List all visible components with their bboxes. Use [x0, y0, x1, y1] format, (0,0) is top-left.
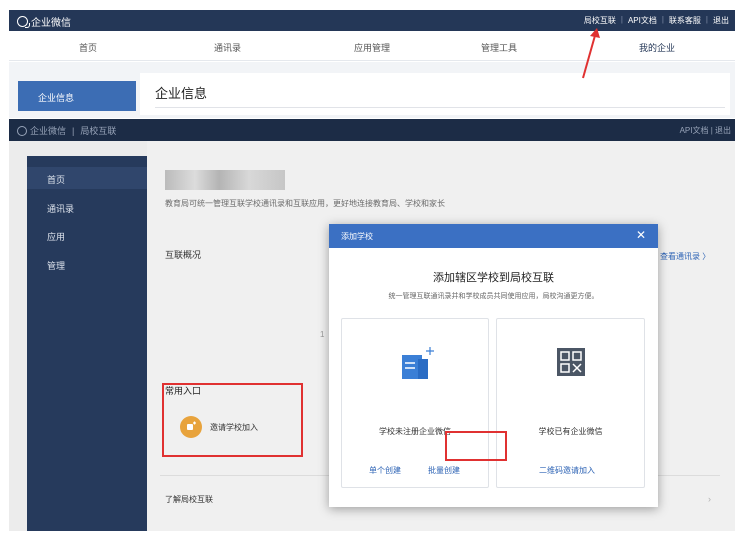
nav-my-enterprise[interactable]: 我的企业 — [639, 41, 675, 54]
dialog-title: 添加辖区学校到局校互联 — [433, 272, 554, 284]
nav-active-indicator — [627, 27, 687, 29]
outer-main-nav: 首页 通讯录 应用管理 管理工具 我的企业 — [9, 31, 735, 61]
view-contacts-link[interactable]: 查看通讯录 〉 — [660, 251, 710, 262]
option-card-registered: 学校已有企业微信 二维码邀请加入 — [496, 318, 645, 488]
card-label-registered: 学校已有企业微信 — [538, 427, 603, 436]
separator: | — [72, 125, 75, 136]
section-overview-title: 互联概况 — [165, 250, 202, 260]
blurred-org-name — [165, 170, 285, 190]
add-school-dialog: 添加学校 ✕ 添加辖区学校到局校互联 统一管理互联通讯录并和学校成员共同使用应用… — [329, 224, 658, 507]
sidebar-item-enterprise-info[interactable]: 企业信息 — [18, 81, 136, 111]
divider — [155, 107, 725, 108]
inner-app-name: 企业微信 — [30, 126, 67, 136]
qr-code-icon — [557, 348, 585, 376]
separator: | — [661, 15, 664, 24]
create-school-icon — [402, 347, 434, 379]
page-title: 企业信息 — [155, 86, 208, 101]
sidebar-item-apps[interactable]: 应用 — [47, 230, 65, 243]
link-contact-support[interactable]: 联系客服 — [669, 15, 701, 26]
close-icon[interactable]: ✕ — [636, 228, 646, 242]
nav-app-management[interactable]: 应用管理 — [354, 41, 390, 54]
outer-app-name: 企业微信 — [31, 18, 71, 29]
sidebar-item-manage[interactable]: 管理 — [47, 259, 65, 272]
inner-sub-name: 局校互联 — [80, 126, 117, 136]
link-logout[interactable]: 退出 — [713, 15, 729, 26]
nav-home[interactable]: 首页 — [79, 41, 97, 54]
inner-top-links[interactable]: API文档 | 退出 — [680, 125, 731, 136]
qr-invite-link[interactable]: 二维码邀请加入 — [539, 465, 595, 476]
outer-content-panel — [140, 73, 730, 115]
wecom-logo-icon — [17, 125, 27, 136]
sidebar-item-home-bg — [27, 167, 147, 189]
separator: | — [705, 15, 708, 24]
sidebar-item-contacts[interactable]: 通讯录 — [47, 202, 74, 215]
link-api-docs[interactable]: API文档 — [628, 15, 657, 26]
chevron-right-icon: › — [708, 494, 711, 504]
nav-management-tools[interactable]: 管理工具 — [481, 41, 517, 54]
single-create-link[interactable]: 单个创建 — [369, 465, 401, 476]
option-card-unregistered: 学校未注册企业微信 单个创建 批量创建 — [341, 318, 489, 488]
inner-sidebar: 首页 通讯录 应用 管理 — [27, 156, 147, 531]
annotation-highlight-box — [162, 383, 303, 457]
dialog-header: 添加学校 ✕ — [329, 224, 658, 248]
dialog-header-title: 添加学校 — [341, 232, 373, 241]
inner-description: 教育局可统一管理互联学校通讯录和互联应用，更好地连接教育局、学校和家长 — [165, 199, 445, 208]
sidebar-item-home[interactable]: 首页 — [47, 173, 65, 186]
annotation-highlight-box — [445, 431, 507, 461]
batch-create-link[interactable]: 批量创建 — [428, 465, 460, 476]
inner-topbar: 企业微信 | 局校互联 API文档 | 退出 — [9, 119, 735, 141]
dialog-subtitle: 统一管理互联通讯录并和学校成员共同使用应用，局校沟通更方便。 — [388, 293, 599, 300]
separator: | — [620, 15, 623, 24]
overview-value: 1 — [320, 330, 325, 339]
outer-logo[interactable]: 企业微信 — [17, 14, 71, 29]
annotation-arrow-icon — [582, 28, 600, 79]
link-school-alliance[interactable]: 局校互联 — [584, 15, 616, 26]
outer-top-links: 局校互联 | API文档 | 联系客服 | 退出 — [584, 15, 729, 26]
nav-contacts[interactable]: 通讯录 — [214, 41, 241, 54]
about-school-alliance-link[interactable]: 了解局校互联 — [165, 494, 213, 505]
inner-logo[interactable]: 企业微信 | 局校互联 — [17, 124, 116, 137]
wecom-logo-icon — [17, 16, 30, 28]
